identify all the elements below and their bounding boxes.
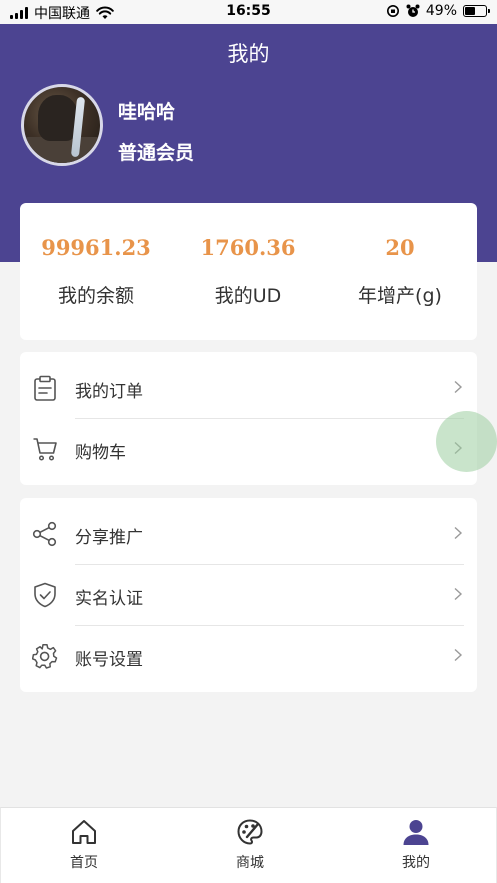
menu-item-share[interactable]: 分享推广 xyxy=(20,503,477,564)
orientation-lock-icon xyxy=(386,5,399,17)
menu-item-label: 账号设置 xyxy=(75,650,143,670)
share-icon xyxy=(32,521,57,547)
stat-value: 20 xyxy=(385,235,415,260)
page-title: 我的 xyxy=(227,42,270,66)
tab-label: 我的 xyxy=(402,855,430,871)
menu-item-label: 我的订单 xyxy=(75,382,143,402)
clipboard-icon xyxy=(34,375,56,401)
status-right: 49% xyxy=(386,3,490,19)
user-name: 哇哈哈 xyxy=(118,101,176,123)
chevron-right-icon xyxy=(454,380,463,394)
stat-label: 年增产(g) xyxy=(358,285,442,307)
menu-item-label: 实名认证 xyxy=(75,589,143,609)
stats-card: 99961.23 我的余额 1760.36 我的UD 20 年增产(g) xyxy=(20,203,477,340)
menu-item-real-name-verification[interactable]: 实名认证 xyxy=(20,564,477,625)
menu-item-account-settings[interactable]: 账号设置 xyxy=(20,625,477,686)
battery-percent: 49% xyxy=(425,3,457,19)
menu-item-cart[interactable]: 购物车 xyxy=(20,418,477,479)
menu-card-settings: 分享推广 实名认证 账号设置 xyxy=(20,498,477,692)
stat-label: 我的UD xyxy=(214,285,282,307)
avatar[interactable] xyxy=(21,84,103,166)
stat-value: 1760.36 xyxy=(200,235,296,260)
palette-icon xyxy=(237,819,263,845)
menu-item-label: 分享推广 xyxy=(75,528,143,548)
stat-value: 99961.23 xyxy=(41,235,151,260)
alarm-icon xyxy=(406,4,420,17)
chevron-right-icon xyxy=(454,526,463,540)
chevron-right-icon xyxy=(454,648,463,662)
status-bar: 中国联通 16:55 49% xyxy=(0,0,497,24)
chevron-right-icon xyxy=(454,587,463,601)
tab-label: 首页 xyxy=(70,855,98,871)
stat-label: 我的余额 xyxy=(57,285,134,307)
menu-item-label: 购物车 xyxy=(75,443,126,463)
tab-home[interactable]: 首页 xyxy=(1,808,167,883)
menu-item-my-orders[interactable]: 我的订单 xyxy=(20,357,477,418)
member-level: 普通会员 xyxy=(118,142,195,164)
tab-label: 商城 xyxy=(236,855,264,871)
cart-icon xyxy=(33,438,57,461)
bottom-tab-bar: 首页 商城 我的 xyxy=(0,807,497,883)
touch-ripple-indicator xyxy=(436,411,497,472)
gear-icon xyxy=(32,644,58,669)
menu-card-orders: 我的订单 购物车 xyxy=(20,352,477,485)
shield-check-icon xyxy=(34,582,56,608)
tab-mine[interactable]: 我的 xyxy=(333,808,497,883)
battery-fill xyxy=(465,7,475,15)
user-icon xyxy=(403,820,429,845)
home-icon xyxy=(72,820,96,844)
tab-shop[interactable]: 商城 xyxy=(167,808,333,883)
battery-icon xyxy=(463,5,490,17)
